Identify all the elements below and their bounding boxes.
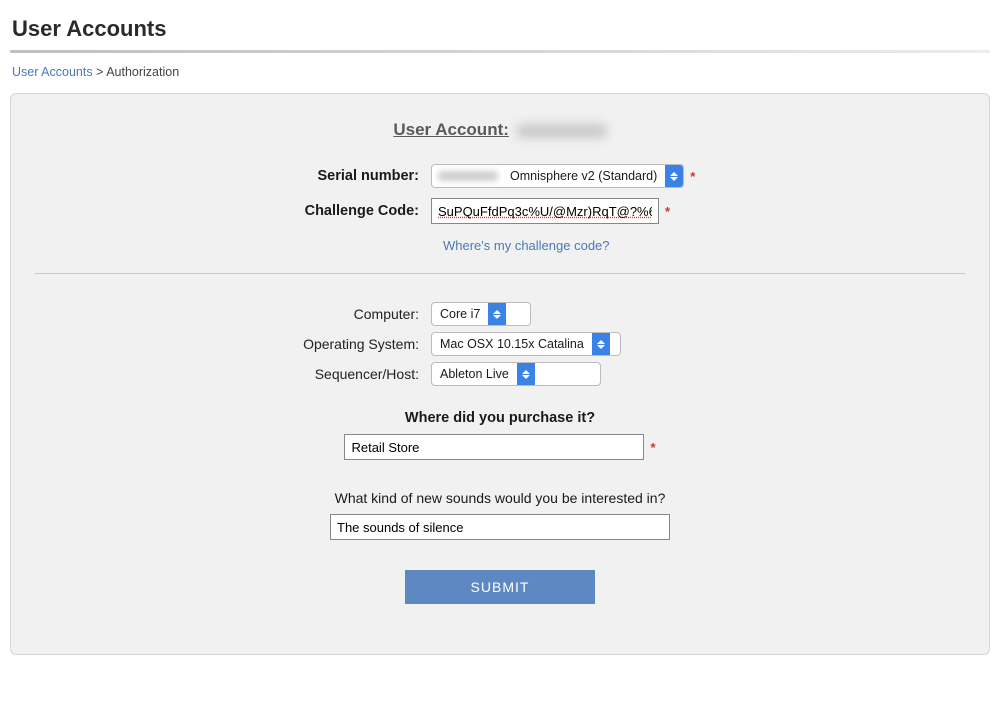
chevron-updown-icon	[517, 362, 535, 386]
account-header: User Account:	[31, 120, 969, 140]
serial-code-redacted	[438, 171, 498, 181]
divider	[35, 273, 965, 274]
title-divider	[10, 50, 990, 53]
chevron-updown-icon	[665, 164, 683, 188]
challenge-code-row: Challenge Code: *	[31, 198, 969, 224]
breadcrumb-root-link[interactable]: User Accounts	[12, 65, 93, 79]
chevron-updown-icon	[488, 302, 506, 326]
purchase-row: *	[31, 434, 969, 460]
breadcrumb-separator: >	[96, 65, 103, 79]
purchase-label: Where did you purchase it?	[31, 410, 969, 426]
serial-number-label: Serial number:	[31, 168, 431, 184]
os-row: Operating System: Mac OSX 10.15x Catalin…	[31, 332, 969, 356]
required-indicator: *	[650, 440, 655, 455]
host-value: Ableton Live	[432, 367, 517, 381]
computer-label: Computer:	[31, 306, 431, 322]
computer-row: Computer: Core i7	[31, 302, 969, 326]
serial-number-select[interactable]: Omnisphere v2 (Standard)	[431, 164, 684, 188]
sounds-label: What kind of new sounds would you be int…	[31, 490, 969, 506]
challenge-help-link[interactable]: Where's my challenge code?	[443, 238, 610, 253]
account-header-label: User Account:	[393, 120, 509, 139]
challenge-code-input[interactable]	[431, 198, 659, 224]
os-label: Operating System:	[31, 336, 431, 352]
chevron-updown-icon	[592, 332, 610, 356]
os-select[interactable]: Mac OSX 10.15x Catalina	[431, 332, 621, 356]
challenge-code-label: Challenge Code:	[31, 203, 431, 219]
serial-number-row: Serial number: Omnisphere v2 (Standard) …	[31, 164, 969, 188]
host-label: Sequencer/Host:	[31, 366, 431, 382]
host-select[interactable]: Ableton Live	[431, 362, 601, 386]
host-row: Sequencer/Host: Ableton Live	[31, 362, 969, 386]
sounds-input[interactable]	[330, 514, 670, 540]
computer-select[interactable]: Core i7	[431, 302, 531, 326]
purchase-input[interactable]	[344, 434, 644, 460]
required-indicator: *	[665, 204, 670, 219]
required-indicator: *	[690, 169, 695, 184]
sounds-row	[31, 514, 969, 540]
page-title: User Accounts	[10, 10, 990, 50]
computer-value: Core i7	[432, 307, 488, 321]
serial-product-text: Omnisphere v2 (Standard)	[504, 169, 665, 183]
challenge-help-row: Where's my challenge code?	[443, 234, 969, 253]
submit-button[interactable]: SUBMIT	[405, 570, 595, 604]
account-name-redacted	[517, 124, 607, 138]
os-value: Mac OSX 10.15x Catalina	[432, 337, 592, 351]
authorization-panel: User Account: Serial number: Omnisphere …	[10, 93, 990, 655]
breadcrumb-current: Authorization	[106, 65, 179, 79]
breadcrumb: User Accounts > Authorization	[10, 61, 990, 93]
